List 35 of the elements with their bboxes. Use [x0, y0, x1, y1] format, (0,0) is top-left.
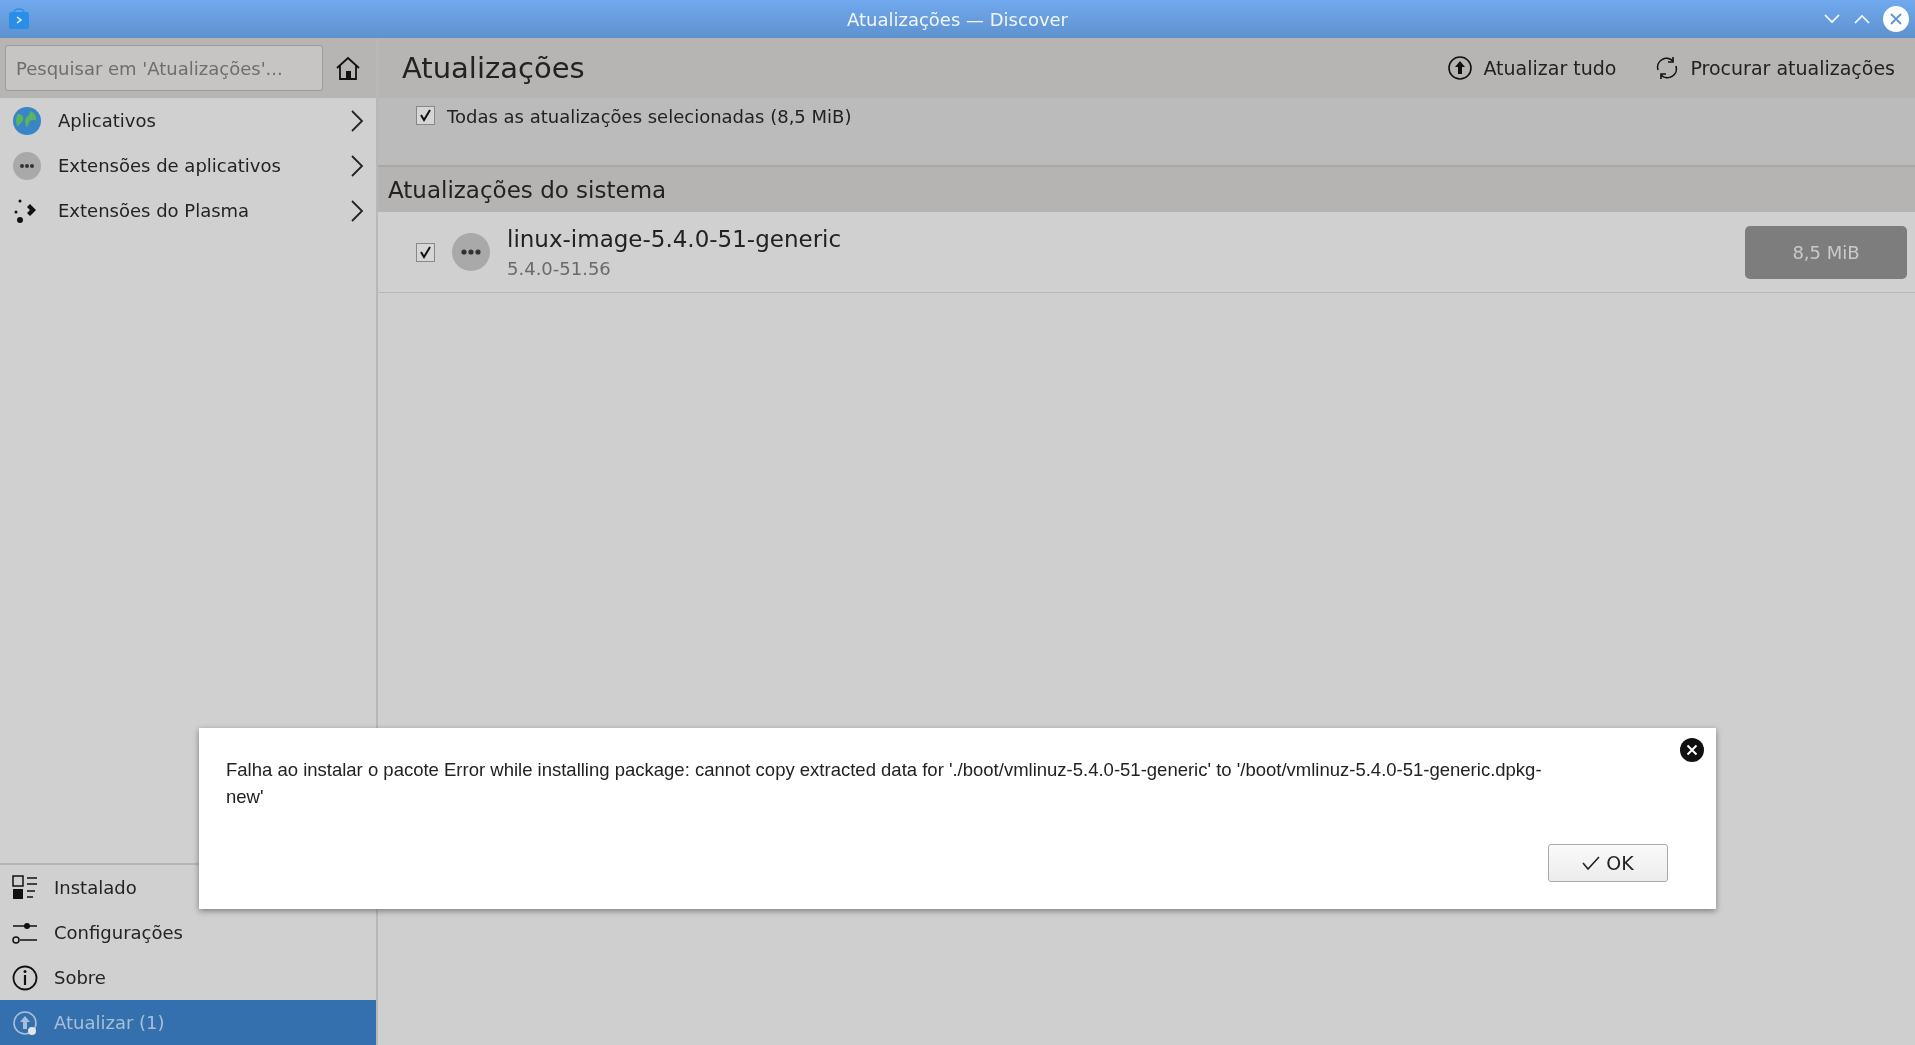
error-message: Falha ao instalar o pacote Error while installing package: cannot copy extracted data for './boot/vmlinuz-5.4.0-51-generic' to '/boot/vmlinuz-5.4.0-51-generic.dpkg-new' [226, 758, 1543, 809]
page-title: Atualizações [402, 51, 586, 85]
sidebar-item[interactable]: Configurações [0, 910, 376, 955]
list-icon [12, 874, 38, 901]
toolbar-button[interactable]: Atualizar tudo [1443, 51, 1621, 85]
sidebar-item[interactable]: Extensões de aplicativos [0, 143, 376, 188]
chevron-right-icon [350, 153, 364, 178]
select-all-label: Todas as atualizações selecionadas (8,5 MiB) [447, 106, 852, 127]
window-title: Atualizações — Discover [846, 8, 1069, 30]
sidebar-item[interactable]: Sobre [0, 955, 376, 1000]
upload-circle-icon [1447, 55, 1474, 81]
ok-button[interactable]: OK [1548, 844, 1668, 882]
sidebar-item[interactable]: Aplicativos [0, 98, 376, 143]
checkbox[interactable] [416, 106, 435, 125]
dots-icon [12, 150, 42, 181]
dots-icon [451, 232, 491, 272]
sidebar-item[interactable]: Extensões do Plasma [0, 188, 376, 233]
close-icon[interactable] [1680, 738, 1704, 762]
search-field[interactable]: Pesquisar em 'Atualizações'... [5, 45, 323, 91]
package-version: 5.4.0-51.56 [507, 257, 612, 279]
update-icon [12, 1009, 38, 1036]
chevron-right-icon [350, 198, 364, 223]
globe-icon [12, 105, 42, 136]
sidebar-item[interactable]: Instalado [0, 865, 376, 910]
checkbox[interactable] [416, 242, 435, 262]
chevron-right-icon [350, 108, 364, 133]
toolbar-button[interactable]: Procurar atualizações [1650, 51, 1899, 85]
check-icon [1582, 856, 1601, 870]
section-title: Atualizações do sistema [388, 176, 667, 203]
info-icon [12, 964, 38, 991]
maximize-icon[interactable] [1853, 13, 1871, 25]
minimize-icon[interactable] [1823, 13, 1841, 25]
package-name: linux-image-5.4.0-51-generic [507, 225, 843, 252]
bag-icon [8, 8, 30, 30]
home-icon[interactable] [335, 55, 361, 81]
